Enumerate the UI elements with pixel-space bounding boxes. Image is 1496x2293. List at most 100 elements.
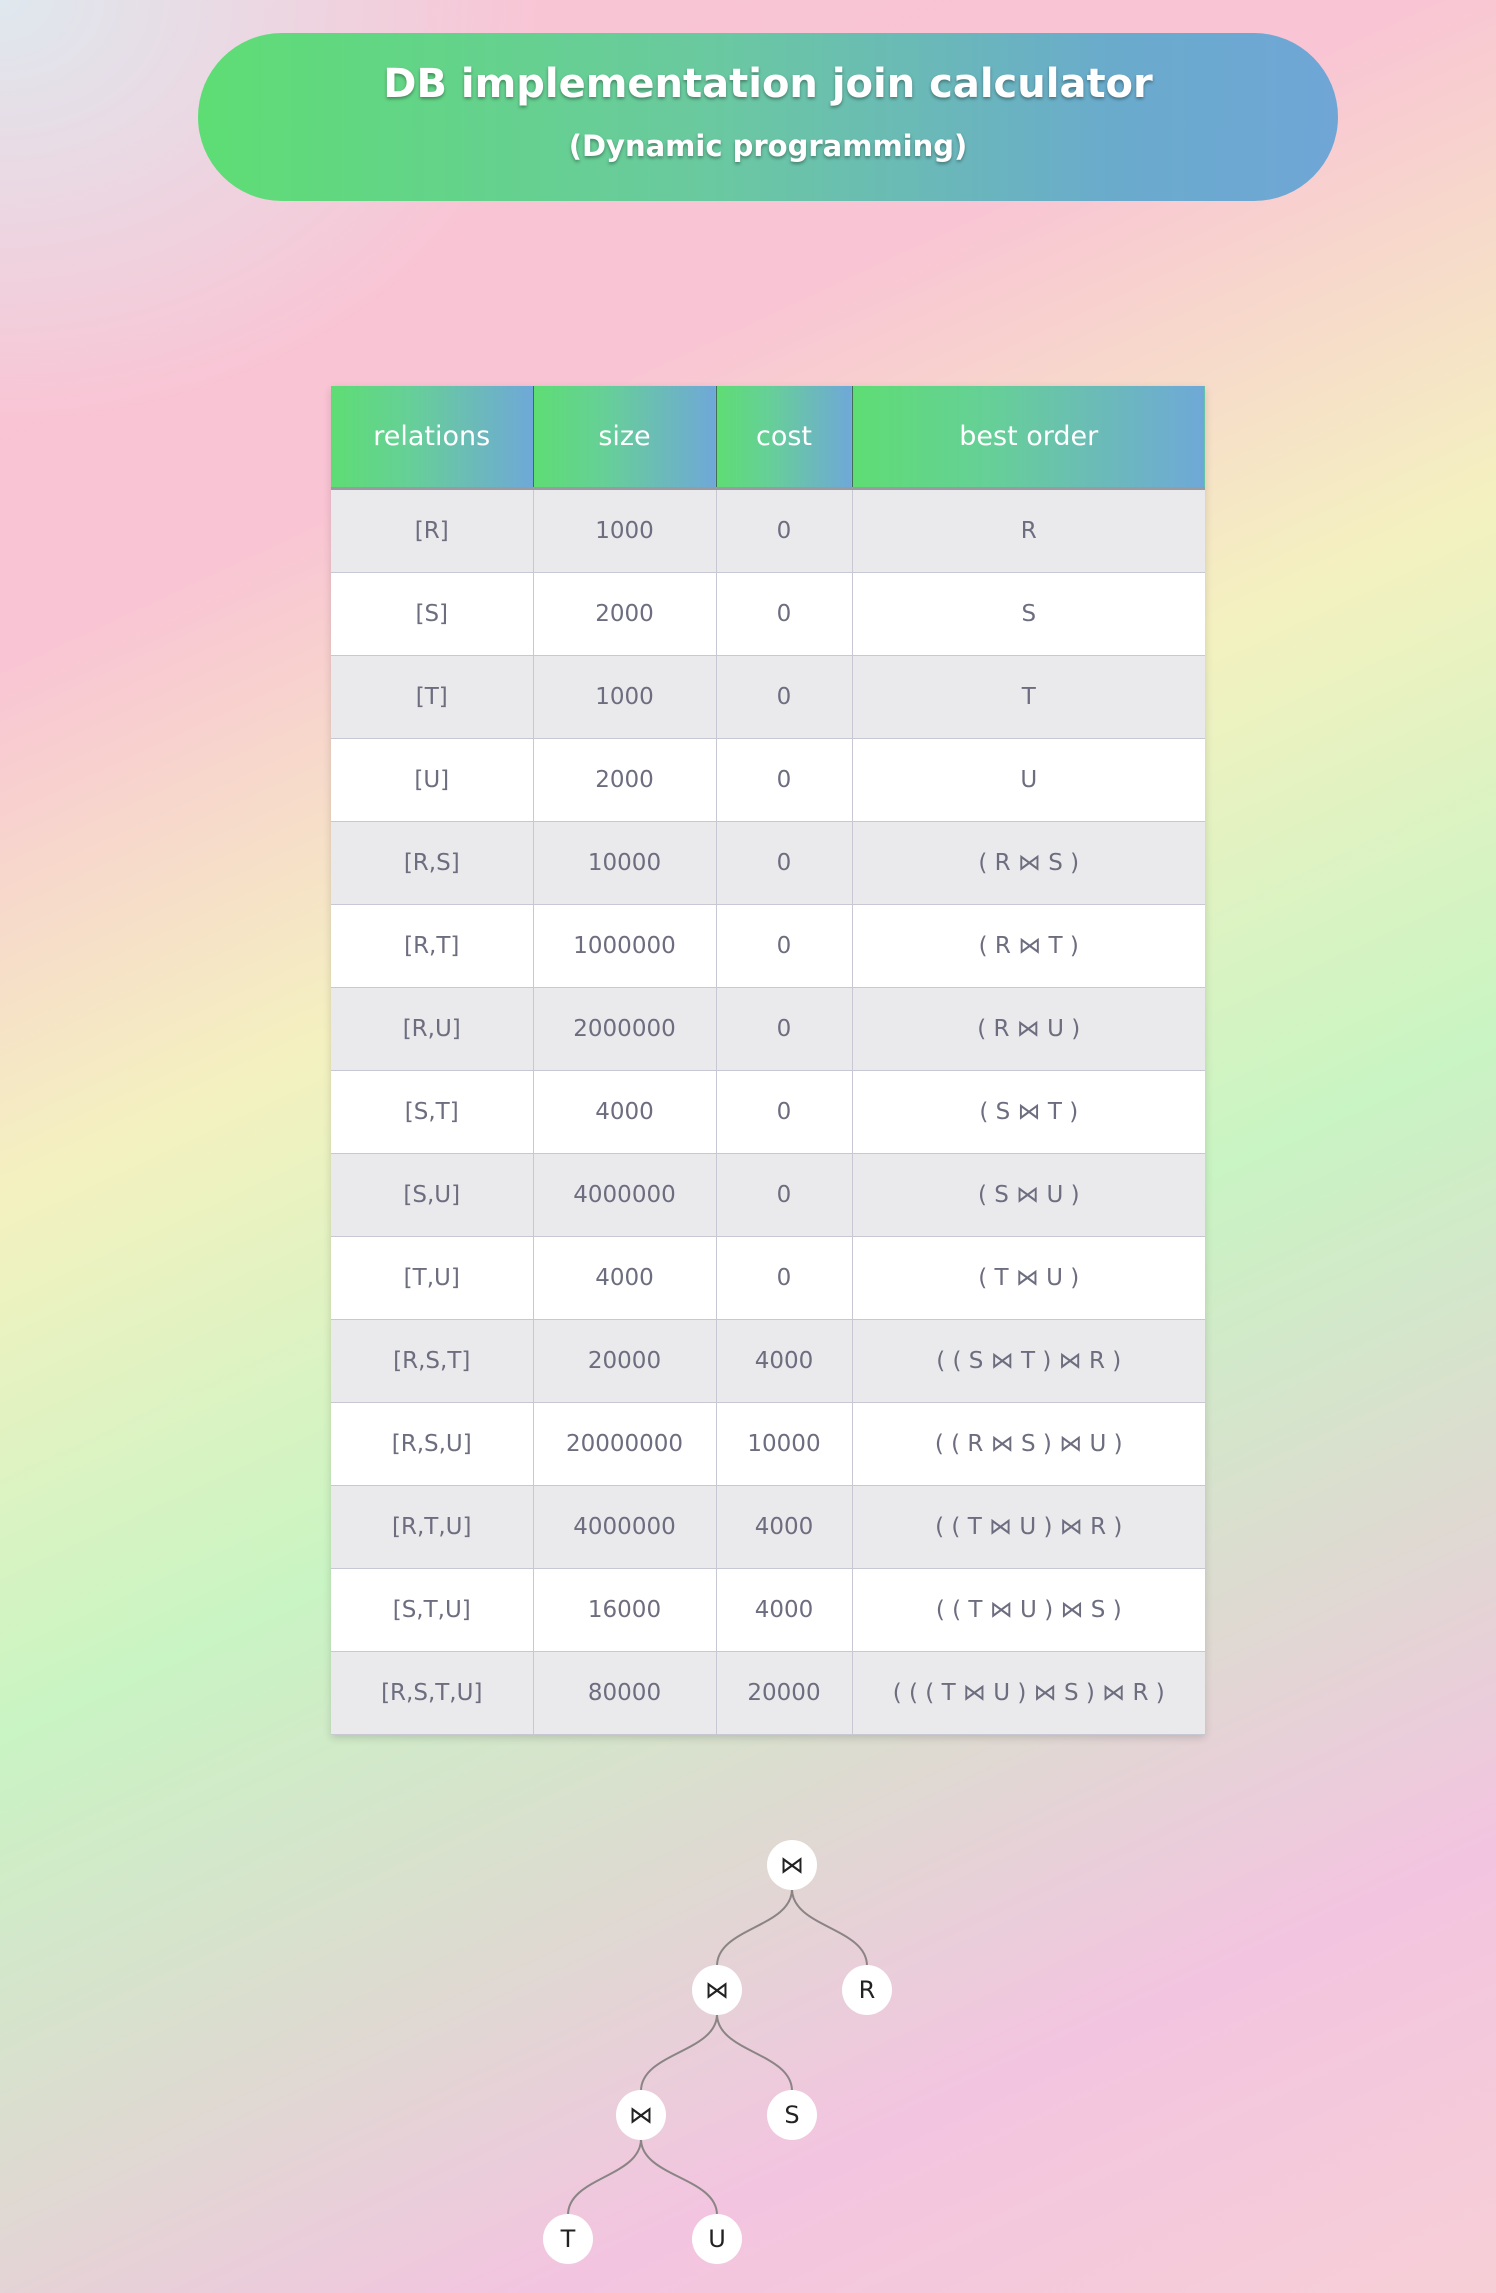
- cell-size: 16000: [533, 1568, 717, 1652]
- cell-cost: 0: [716, 904, 853, 988]
- cell-size: 4000: [533, 1070, 717, 1154]
- cell-cost: 4000: [716, 1568, 853, 1652]
- table-row: [R,S,T,U] 80000 20000( ( ( T ⋈ U ) ⋈ S ) ⋈…: [331, 1651, 1205, 1735]
- cell-best-order: ( S ⋈ T ): [852, 1070, 1205, 1154]
- table-row: [T] 1000 0 T: [331, 655, 1205, 739]
- tree-edge: [567, 2138, 642, 2216]
- table-row: [R,U] 2000000 0( R ⋈ U ): [331, 987, 1205, 1071]
- tree-node-circle: [767, 2090, 817, 2140]
- table-row: [T,U] 4000 0( T ⋈ U ): [331, 1236, 1205, 1320]
- tree-node-circle: [616, 2090, 666, 2140]
- column-header-size: size: [533, 386, 717, 490]
- column-header-relations: relations: [331, 386, 534, 490]
- cell-size: 4000000: [533, 1485, 717, 1569]
- cell-relations: [T]: [331, 655, 534, 739]
- cell-cost: 0: [716, 1153, 853, 1237]
- join-table-container: relations size cost best order [R] 1000 0 R…: [331, 386, 1205, 1735]
- cell-size: 1000000: [533, 904, 717, 988]
- cell-best-order: ( ( T ⋈ U ) ⋈ R ): [852, 1485, 1205, 1569]
- cell-relations: [R,U]: [331, 987, 534, 1071]
- cell-best-order: ( ( S ⋈ T ) ⋈ R ): [852, 1319, 1205, 1403]
- cell-cost: 4000: [716, 1319, 853, 1403]
- cell-cost: 20000: [716, 1651, 853, 1735]
- tree-node-label: R: [859, 1976, 876, 2004]
- cell-cost: 0: [716, 738, 853, 822]
- cell-cost: 0: [716, 1236, 853, 1320]
- table-row: [R,T] 1000000 0( R ⋈ T ): [331, 904, 1205, 988]
- tree-edge: [716, 1888, 793, 1967]
- tree-node-label: ⋈: [629, 2101, 653, 2129]
- cell-cost: 0: [716, 821, 853, 905]
- cell-size: 2000: [533, 572, 717, 656]
- table-row: [R,S,T] 20000 4000( ( S ⋈ T ) ⋈ R ): [331, 1319, 1205, 1403]
- tree-node-label: U: [708, 2225, 726, 2253]
- cell-relations: [U]: [331, 738, 534, 822]
- table-body: [R] 1000 0 R [S] 2000 0 S [T] 1000 0 T [U] 2000 0 U [R,S…: [331, 488, 1205, 1735]
- cell-size: 1000: [533, 488, 717, 573]
- tree-node-circle: [842, 1965, 892, 2015]
- table-row: [U] 2000 0 U: [331, 738, 1205, 822]
- cell-cost: 0: [716, 488, 853, 573]
- tree-node-label: S: [784, 2101, 799, 2129]
- table-row: [S,T] 4000 0( S ⋈ T ): [331, 1070, 1205, 1154]
- column-header-cost: cost: [716, 386, 853, 490]
- cell-size: 1000: [533, 655, 717, 739]
- tree-node-label: ⋈: [705, 1976, 729, 2004]
- tree-relation-node-R: R: [842, 1965, 892, 2015]
- title-banner: DB implementation join calculator (Dynam…: [198, 33, 1338, 201]
- cell-size: 10000: [533, 821, 717, 905]
- page-subtitle: (Dynamic programming): [568, 129, 968, 163]
- cell-relations: [R,T,U]: [331, 1485, 534, 1569]
- cell-cost: 0: [716, 572, 853, 656]
- cell-best-order: ( R ⋈ S ): [852, 821, 1205, 905]
- cell-size: 4000000: [533, 1153, 717, 1237]
- tree-relation-node-S: S: [767, 2090, 817, 2140]
- cell-relations: [R,S,T,U]: [331, 1651, 534, 1735]
- cell-size: 80000: [533, 1651, 717, 1735]
- cell-best-order: ( S ⋈ U ): [852, 1153, 1205, 1237]
- tree-node-label: ⋈: [780, 1851, 804, 1879]
- tree-node-circle: [767, 1840, 817, 1890]
- cell-relations: [S]: [331, 572, 534, 656]
- cell-size: 20000: [533, 1319, 717, 1403]
- tree-edge: [791, 1888, 868, 1967]
- table-row: [R,S] 10000 0( R ⋈ S ): [331, 821, 1205, 905]
- cell-cost: 0: [716, 987, 853, 1071]
- page-title: DB implementation join calculator: [383, 61, 1153, 107]
- column-header-best-order: best order: [852, 386, 1205, 490]
- tree-join-node: ⋈: [692, 1965, 742, 2015]
- cell-best-order: ( R ⋈ U ): [852, 987, 1205, 1071]
- cell-best-order: U: [852, 738, 1205, 822]
- tree-edge: [716, 2013, 793, 2092]
- cell-best-order: ( T ⋈ U ): [852, 1236, 1205, 1320]
- cell-best-order: R: [852, 488, 1205, 573]
- cell-best-order: ( ( R ⋈ S ) ⋈ U ): [852, 1402, 1205, 1486]
- cell-relations: [T,U]: [331, 1236, 534, 1320]
- cell-best-order: T: [852, 655, 1205, 739]
- cell-best-order: S: [852, 572, 1205, 656]
- cell-size: 2000: [533, 738, 717, 822]
- table-row: [R,S,U] 20000000 10000( ( R ⋈ S ) ⋈ U ): [331, 1402, 1205, 1486]
- cell-relations: [R,S]: [331, 821, 534, 905]
- tree-join-node: ⋈: [616, 2090, 666, 2140]
- tree-join-node: ⋈: [767, 1840, 817, 1890]
- table-row: [S,U] 4000000 0( S ⋈ U ): [331, 1153, 1205, 1237]
- cell-relations: [S,T,U]: [331, 1568, 534, 1652]
- table-header-row: relations size cost best order: [331, 386, 1205, 490]
- join-table: relations size cost best order [R] 1000 0 R…: [331, 386, 1205, 1735]
- cell-best-order: ( ( T ⋈ U ) ⋈ S ): [852, 1568, 1205, 1652]
- tree-edge: [640, 2013, 718, 2092]
- tree-node-circle: [692, 1965, 742, 2015]
- cell-relations: [R,T]: [331, 904, 534, 988]
- cell-relations: [R]: [331, 488, 534, 573]
- cell-relations: [R,S,U]: [331, 1402, 534, 1486]
- table-row: [S] 2000 0 S: [331, 572, 1205, 656]
- cell-cost: 0: [716, 655, 853, 739]
- tree-relation-node-U: U: [692, 2214, 742, 2264]
- cell-relations: [S,T]: [331, 1070, 534, 1154]
- cell-size: 2000000: [533, 987, 717, 1071]
- table-row: [S,T,U] 16000 4000( ( T ⋈ U ) ⋈ S ): [331, 1568, 1205, 1652]
- tree-relation-node-T: T: [543, 2214, 593, 2264]
- cell-size: 4000: [533, 1236, 717, 1320]
- tree-node-circle: [692, 2214, 742, 2264]
